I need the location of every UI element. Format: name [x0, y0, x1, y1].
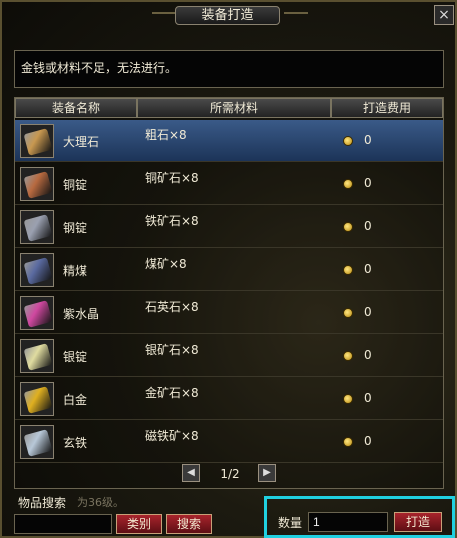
- window-title: 装备打造: [175, 6, 280, 25]
- coin-icon: [343, 351, 353, 361]
- recipe-row[interactable]: 铜锭 铜矿石×8 0: [15, 163, 443, 205]
- item-cost: 0: [364, 262, 372, 276]
- title-ornament-right: [284, 12, 308, 14]
- item-materials: 铁矿石×8: [145, 214, 199, 228]
- next-page-button[interactable]: ▶: [258, 464, 276, 482]
- platinum-icon: [20, 382, 54, 416]
- category-button[interactable]: 类别: [116, 514, 162, 534]
- craft-button[interactable]: 打造: [394, 512, 442, 532]
- message-text: 金钱或材料不足，无法进行。: [21, 61, 178, 75]
- search-input[interactable]: [14, 514, 112, 534]
- recipe-row[interactable]: 钢锭 铁矿石×8 0: [15, 206, 443, 248]
- item-cost: 0: [364, 176, 372, 190]
- item-materials: 金矿石×8: [145, 386, 199, 400]
- coin-icon: [343, 308, 353, 318]
- item-name: 钢锭: [63, 221, 88, 235]
- item-materials: 银矿石×8: [145, 343, 199, 357]
- item-name: 玄铁: [63, 436, 88, 450]
- steel-ingot-icon: [20, 210, 54, 244]
- item-materials: 粗石×8: [145, 128, 187, 142]
- item-name: 银锭: [63, 350, 88, 364]
- prev-page-button[interactable]: ◀: [182, 464, 200, 482]
- silver-ingot-icon: [20, 339, 54, 373]
- recipe-row[interactable]: 精煤 煤矿×8 0: [15, 249, 443, 291]
- item-cost: 0: [364, 305, 372, 319]
- item-materials: 石英石×8: [145, 300, 199, 314]
- quantity-input[interactable]: [308, 512, 388, 532]
- search-label: 物品搜索: [18, 496, 67, 510]
- column-header-materials: 所需材料: [137, 98, 331, 118]
- coin-icon: [343, 136, 353, 146]
- page-indicator: 1/2: [220, 467, 240, 481]
- item-name: 白金: [63, 393, 88, 407]
- coin-icon: [343, 394, 353, 404]
- item-name: 紫水晶: [63, 307, 100, 321]
- item-cost: 0: [364, 348, 372, 362]
- message-box: 金钱或材料不足，无法进行。: [14, 50, 444, 88]
- item-cost: 0: [364, 391, 372, 405]
- item-materials: 煤矿×8: [145, 257, 187, 271]
- item-cost: 0: [364, 133, 372, 147]
- coin-icon: [343, 437, 353, 447]
- recipe-row[interactable]: 玄铁 磁铁矿×8 0: [15, 421, 443, 463]
- copper-ingot-icon: [20, 167, 54, 201]
- coal-icon: [20, 253, 54, 287]
- marble-icon: [20, 124, 54, 158]
- list-header: 装备名称 所需材料 打造费用: [15, 98, 443, 118]
- item-materials: 磁铁矿×8: [145, 429, 199, 443]
- search-button[interactable]: 搜索: [166, 514, 212, 534]
- item-name: 大理石: [63, 135, 100, 149]
- item-cost: 0: [364, 434, 372, 448]
- black-iron-icon: [20, 425, 54, 459]
- item-name: 精煤: [63, 264, 88, 278]
- search-hint: 为36级。: [77, 496, 124, 509]
- coin-icon: [343, 179, 353, 189]
- coin-icon: [343, 265, 353, 275]
- column-header-cost: 打造费用: [331, 98, 443, 118]
- close-button[interactable]: ×: [434, 5, 454, 25]
- quantity-label: 数量: [278, 516, 303, 530]
- item-name: 铜锭: [63, 178, 88, 192]
- recipe-list: 装备名称 所需材料 打造费用 大理石 粗石×8 0 铜锭 铜矿石×8 0 钢锭 铁矿石×8 0 精…: [14, 97, 444, 489]
- recipe-row[interactable]: 大理石 粗石×8 0: [15, 120, 443, 162]
- recipe-row[interactable]: 白金 金矿石×8 0: [15, 378, 443, 420]
- item-cost: 0: [364, 219, 372, 233]
- pager: ◀ 1/2 ▶: [182, 464, 277, 484]
- crafting-window: 装备打造 × 金钱或材料不足，无法进行。 装备名称 所需材料 打造费用 大理石 粗…: [0, 0, 457, 538]
- item-materials: 铜矿石×8: [145, 171, 199, 185]
- title-ornament-left: [152, 12, 176, 14]
- coin-icon: [343, 222, 353, 232]
- recipe-row[interactable]: 紫水晶 石英石×8 0: [15, 292, 443, 334]
- recipe-row[interactable]: 银锭 银矿石×8 0: [15, 335, 443, 377]
- column-header-name: 装备名称: [15, 98, 137, 118]
- amethyst-icon: [20, 296, 54, 330]
